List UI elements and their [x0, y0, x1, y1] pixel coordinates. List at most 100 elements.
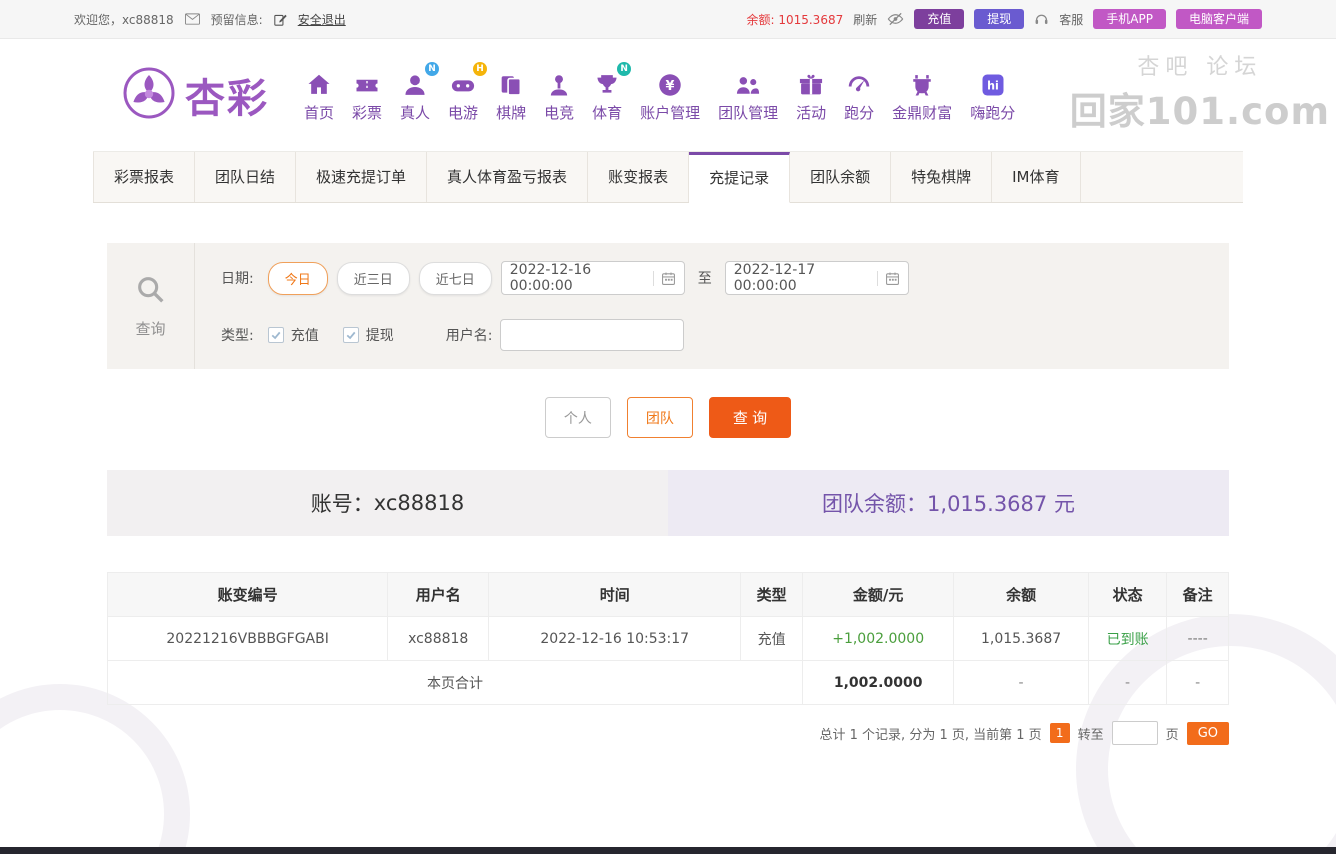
flower-logo-icon: [122, 66, 176, 124]
date-filter-row: 日期: 今日 近三日 近七日 2022-12-16 00:00:00 至 202…: [221, 261, 1229, 295]
pagination-summary: 总计 1 个记录, 分为 1 页, 当前第 1 页: [820, 724, 1042, 743]
nav-label: 团队管理: [718, 102, 778, 123]
nav-item-lottery[interactable]: 彩票: [343, 67, 391, 123]
nav-label: 电竞: [544, 102, 574, 123]
nav-label: 体育: [592, 102, 622, 123]
tab-deposit-withdraw-records[interactable]: 充提记录: [689, 152, 790, 203]
nav-label: 彩票: [352, 102, 382, 123]
type-label: 类型:: [221, 325, 254, 345]
gamepad-icon: H: [449, 67, 477, 99]
username-label: 用户名:: [446, 325, 493, 345]
topbar-left: 欢迎您，xc88818 预留信息: 安全退出: [74, 11, 346, 28]
nav-label: 真人: [400, 102, 430, 123]
range-7days-pill[interactable]: 近七日: [419, 262, 492, 295]
nav-label: 跑分: [844, 102, 874, 123]
personal-button[interactable]: 个人: [545, 397, 611, 438]
date-label: 日期:: [221, 268, 254, 288]
checkbox-icon: [268, 327, 284, 343]
nav-item-activity[interactable]: 活动: [787, 67, 835, 123]
nav-label: 金鼎财富: [892, 102, 952, 123]
nav-item-live[interactable]: N 真人: [391, 67, 439, 123]
type-option-label: 充值: [291, 325, 319, 345]
col-header-user: 用户名: [388, 573, 489, 617]
to-label: 至: [698, 268, 712, 288]
tab-im-sports[interactable]: IM体育: [992, 152, 1080, 202]
table-row: 20221216VBBBGFGABI xc88818 2022-12-16 10…: [108, 617, 1229, 661]
recharge-button[interactable]: 充值: [914, 9, 964, 29]
mobile-app-button[interactable]: 手机APP: [1093, 9, 1166, 29]
username-input[interactable]: [500, 319, 684, 351]
nav-item-sports[interactable]: N 体育: [583, 67, 631, 123]
site-header: 杏吧 论坛 回家101.com 杏彩 首页: [0, 39, 1336, 151]
goto-label: 转至: [1078, 724, 1104, 743]
tab-account-changes[interactable]: 账变报表: [588, 152, 689, 202]
withdraw-button[interactable]: 提现: [974, 9, 1024, 29]
eye-off-icon[interactable]: [887, 12, 904, 26]
team-button[interactable]: 团队: [627, 397, 693, 438]
site-logo[interactable]: 杏彩: [122, 66, 269, 124]
main-container: 彩票报表 团队日结 极速充提订单 真人体育盈亏报表 账变报表 充提记录 团队余额…: [93, 151, 1243, 745]
nav-item-chess[interactable]: 棋牌: [487, 67, 535, 123]
cell-record-id: 20221216VBBBGFGABI: [108, 617, 388, 661]
range-today-pill[interactable]: 今日: [268, 262, 328, 295]
date-to-input[interactable]: 2022-12-17 00:00:00: [725, 261, 909, 295]
nav-item-paofen[interactable]: 跑分: [835, 67, 883, 123]
topbar: 欢迎您，xc88818 预留信息: 安全退出 余额: 1015.3687 刷新 …: [0, 0, 1336, 39]
date-to-value: 2022-12-17 00:00:00: [734, 262, 877, 294]
edit-icon[interactable]: [274, 13, 287, 26]
account-number: 账号： xc88818: [107, 470, 668, 536]
tab-team-balance[interactable]: 团队余额: [790, 152, 891, 202]
nav-item-egames[interactable]: H 电游: [439, 67, 487, 123]
type-filter-row: 类型: 充值 提现 用户名:: [221, 319, 1229, 351]
tab-quick-orders[interactable]: 极速充提订单: [296, 152, 427, 202]
tab-lottery-report[interactable]: 彩票报表: [93, 152, 195, 202]
tab-live-sports-pl[interactable]: 真人体育盈亏报表: [427, 152, 588, 202]
headset-icon: [1034, 12, 1049, 26]
tab-content: 查询 日期: 今日 近三日 近七日 2022-12-16 00:00:00 至: [93, 243, 1243, 745]
refresh-link[interactable]: 刷新: [853, 11, 877, 28]
summary-status: -: [1088, 661, 1166, 705]
type-withdraw-checkbox[interactable]: 提现: [343, 325, 394, 345]
tab-team-daily[interactable]: 团队日结: [195, 152, 296, 202]
summary-row-label: 本页合计: [108, 661, 803, 705]
nav-item-home[interactable]: 首页: [295, 67, 343, 123]
nav-item-esports[interactable]: 电竞: [535, 67, 583, 123]
ticket-icon: [353, 67, 381, 99]
go-button[interactable]: GO: [1187, 722, 1229, 745]
service-link[interactable]: 客服: [1059, 11, 1083, 28]
balance-value: 1015.3687: [778, 13, 843, 27]
nav-item-account[interactable]: ¥ 账户管理: [631, 67, 709, 123]
search-form: 日期: 今日 近三日 近七日 2022-12-16 00:00:00 至 202…: [195, 243, 1229, 369]
nav-item-team[interactable]: 团队管理: [709, 67, 787, 123]
goto-page-input[interactable]: [1112, 721, 1158, 745]
svg-text:hi: hi: [987, 80, 999, 93]
type-recharge-checkbox[interactable]: 充值: [268, 325, 319, 345]
home-icon: [305, 67, 333, 99]
nav-item-hipaofen[interactable]: hi 嗨跑分: [961, 67, 1024, 123]
topbar-right: 余额: 1015.3687 刷新 充值 提现 客服 手机APP 电脑客户端: [746, 9, 1262, 29]
pc-client-button[interactable]: 电脑客户端: [1176, 9, 1262, 29]
nav-item-wealth[interactable]: 金鼎财富: [883, 67, 961, 123]
person-icon: N: [401, 67, 429, 99]
tiles-icon: [497, 67, 525, 99]
current-page-button[interactable]: 1: [1050, 723, 1070, 743]
logout-link[interactable]: 安全退出: [298, 11, 346, 28]
summary-balance: -: [954, 661, 1089, 705]
cell-type: 充值: [741, 617, 803, 661]
date-from-value: 2022-12-16 00:00:00: [510, 262, 653, 294]
col-header-status: 状态: [1088, 573, 1166, 617]
col-header-time: 时间: [489, 573, 741, 617]
col-header-balance: 余额: [954, 573, 1089, 617]
calendar-icon[interactable]: [653, 271, 676, 286]
welcome-text: 欢迎您，xc88818: [74, 11, 174, 28]
calendar-icon[interactable]: [877, 271, 900, 286]
envelope-icon[interactable]: [185, 13, 200, 25]
yuan-circle-icon: ¥: [656, 67, 684, 99]
trophy-icon: N: [593, 67, 621, 99]
col-header-amount: 金额/元: [803, 573, 954, 617]
date-from-input[interactable]: 2022-12-16 00:00:00: [501, 261, 685, 295]
tab-special-chess[interactable]: 特兔棋牌: [891, 152, 992, 202]
range-3days-pill[interactable]: 近三日: [337, 262, 410, 295]
action-buttons: 个人 团队 查 询: [107, 397, 1229, 438]
query-button[interactable]: 查 询: [709, 397, 791, 438]
